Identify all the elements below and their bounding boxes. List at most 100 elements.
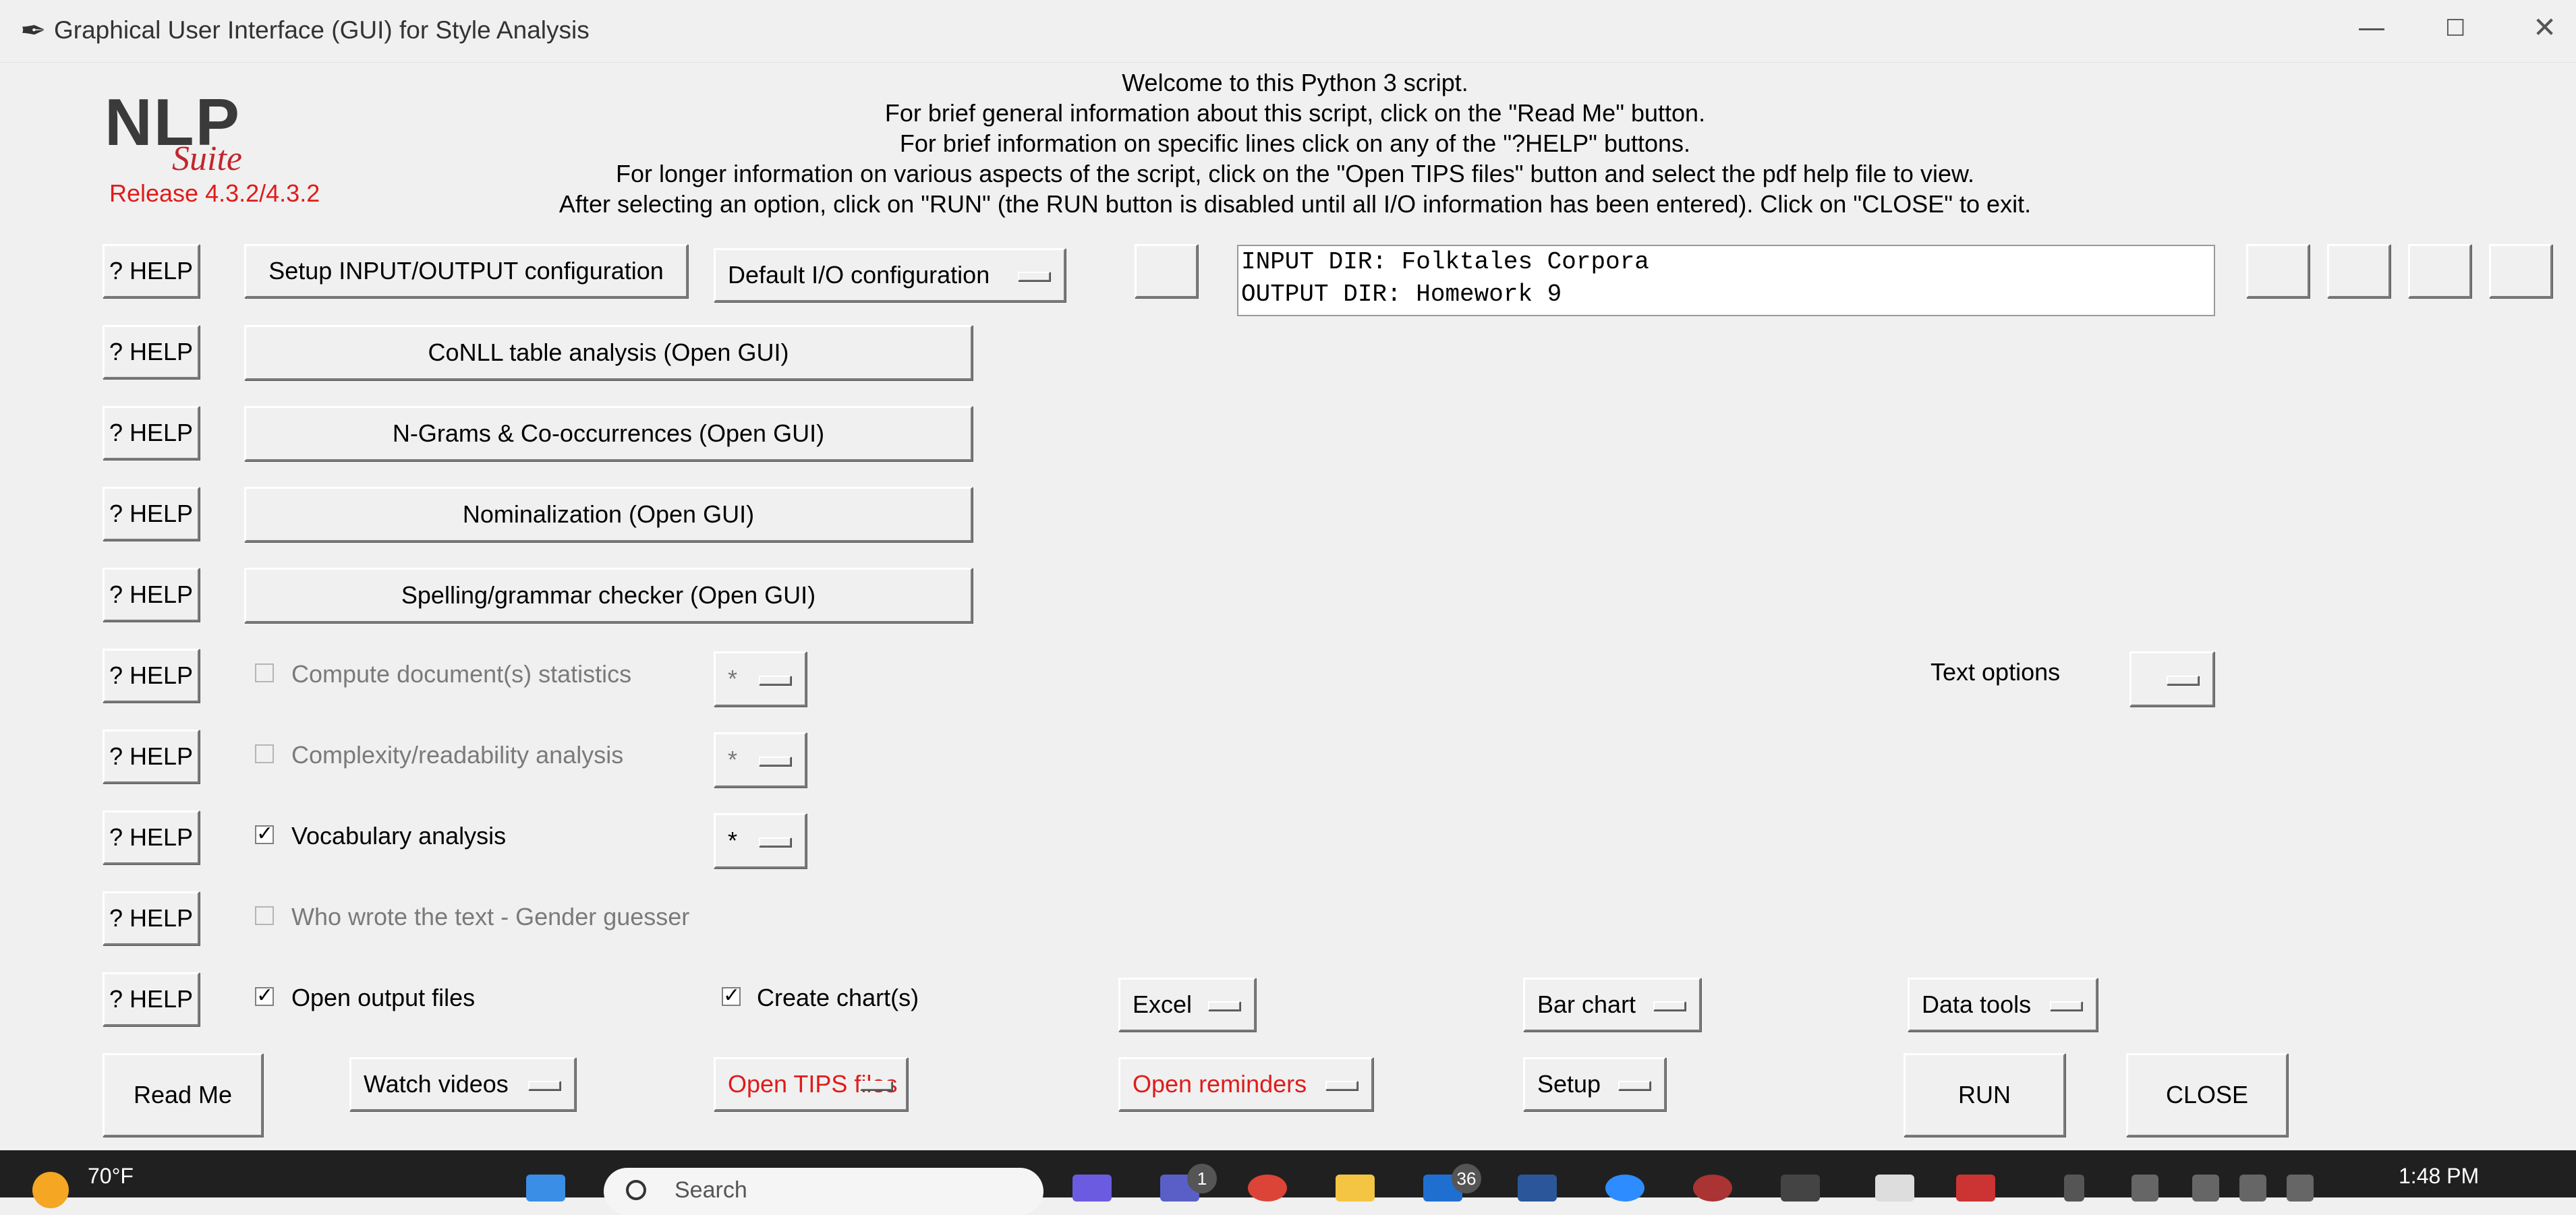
- close-button[interactable]: CLOSE: [2126, 1053, 2288, 1137]
- open-tips-menu[interactable]: Open TIPS files: [714, 1057, 908, 1111]
- open-reminders-menu[interactable]: Open reminders: [1118, 1057, 1373, 1111]
- chrome-icon[interactable]: [1248, 1175, 1287, 1202]
- vocabulary-checkbox[interactable]: ✓: [255, 824, 274, 844]
- logo-suite: Suite: [172, 140, 242, 178]
- zoom-icon[interactable]: [1605, 1175, 1644, 1202]
- volume-muted-icon[interactable]: [2239, 1175, 2266, 1202]
- help-button-gender[interactable]: ? HELP: [103, 891, 200, 945]
- nominalization-gui-button[interactable]: Nominalization (Open GUI): [244, 487, 973, 542]
- text-options-label: Text options: [1930, 658, 2061, 686]
- text-options-menu[interactable]: [2129, 651, 2214, 707]
- data-tools-menu[interactable]: Data tools: [1908, 978, 2098, 1032]
- chart-type-menu[interactable]: Bar chart: [1523, 978, 1701, 1032]
- help-button-statistics[interactable]: ? HELP: [103, 649, 200, 703]
- statistics-label: Compute document(s) statistics: [291, 660, 632, 688]
- help-button-vocabulary[interactable]: ? HELP: [103, 810, 200, 864]
- terminal-icon[interactable]: [1781, 1175, 1820, 1202]
- help-button-io[interactable]: ? HELP: [103, 244, 200, 298]
- help-button-spelling[interactable]: ? HELP: [103, 568, 200, 622]
- statistics-checkbox[interactable]: [255, 663, 274, 682]
- extra-button-1[interactable]: [2408, 244, 2471, 298]
- help-button-ngrams[interactable]: ? HELP: [103, 406, 200, 460]
- python-app-icon[interactable]: [1956, 1175, 1995, 1202]
- read-me-button[interactable]: Read Me: [103, 1053, 263, 1137]
- open-reminders-menu-label: Open reminders: [1133, 1070, 1307, 1098]
- battery-icon[interactable]: [2287, 1175, 2314, 1202]
- clock-time[interactable]: 1:48 PM: [2399, 1164, 2479, 1189]
- taskbar: 70°F Search 1 36 1:48 PM: [0, 1150, 2576, 1215]
- open-output-button[interactable]: [2327, 244, 2391, 298]
- weather-sun-icon[interactable]: [32, 1172, 69, 1208]
- document-icon[interactable]: [1875, 1175, 1914, 1202]
- statistics-menu[interactable]: *: [714, 651, 807, 707]
- help-button-output[interactable]: ? HELP: [103, 972, 200, 1026]
- complexity-menu[interactable]: *: [714, 732, 807, 788]
- setup-menu[interactable]: Setup: [1523, 1057, 1666, 1111]
- copilot-icon[interactable]: [1072, 1175, 1112, 1202]
- dropdown-indicator-icon: [2050, 1001, 2082, 1011]
- welcome-line: For brief general information about this…: [884, 99, 1706, 127]
- welcome-line: For brief information on specific lines …: [899, 129, 1691, 157]
- run-button[interactable]: RUN: [1904, 1053, 2065, 1137]
- ngrams-gui-button[interactable]: N-Grams & Co-occurrences (Open GUI): [244, 406, 973, 461]
- gender-checkbox[interactable]: [255, 906, 274, 925]
- window-title: Graphical User Interface (GUI) for Style…: [54, 16, 590, 44]
- dropdown-indicator-icon: [1018, 272, 1050, 281]
- complexity-menu-label: *: [728, 746, 738, 773]
- tray-chevron-icon[interactable]: [2064, 1175, 2084, 1202]
- teams-badge: 1: [1187, 1164, 1217, 1193]
- mail-badge: 36: [1452, 1164, 1481, 1193]
- search-placeholder: Search: [675, 1177, 747, 1203]
- word-icon[interactable]: [1518, 1175, 1557, 1202]
- vocabulary-label: Vocabulary analysis: [291, 822, 507, 850]
- open-output-checkbox[interactable]: ✓: [255, 986, 274, 1006]
- close-window-button[interactable]: ✕: [2533, 11, 2556, 44]
- complexity-label: Complexity/readability analysis: [291, 741, 624, 769]
- weather-temperature[interactable]: 70°F: [88, 1164, 134, 1189]
- excel-menu-label: Excel: [1133, 990, 1193, 1018]
- watch-videos-menu-label: Watch videos: [364, 1070, 509, 1098]
- maximize-button[interactable]: ☐: [2445, 15, 2465, 42]
- minimize-button[interactable]: —: [2357, 11, 2386, 44]
- watch-videos-menu[interactable]: Watch videos: [349, 1057, 576, 1111]
- gender-label: Who wrote the text - Gender guesser: [291, 903, 690, 930]
- io-config-menu-label: Default I/O configuration: [728, 261, 990, 289]
- welcome-text: Welcome to this Python 3 script. For bri…: [472, 67, 2118, 219]
- help-button-nominalization[interactable]: ? HELP: [103, 487, 200, 541]
- dropdown-indicator-icon: [759, 757, 791, 766]
- spelling-gui-button[interactable]: Spelling/grammar checker (Open GUI): [244, 568, 973, 623]
- create-charts-checkbox[interactable]: ✓: [722, 986, 741, 1006]
- input-dir-line: INPUT DIR: Folktales Corpora: [1241, 248, 1649, 276]
- open-input-button[interactable]: [2246, 244, 2310, 298]
- create-charts-label: Create chart(s): [757, 984, 919, 1011]
- chrome-profile-icon[interactable]: [1693, 1175, 1732, 1202]
- complexity-checkbox[interactable]: [255, 744, 274, 763]
- dropdown-indicator-icon: [759, 676, 791, 685]
- conll-gui-button[interactable]: CoNLL table analysis (Open GUI): [244, 325, 973, 380]
- help-button-conll[interactable]: ? HELP: [103, 325, 200, 379]
- dropdown-indicator-icon: [1653, 1001, 1686, 1011]
- output-dir-line: OUTPUT DIR: Homework 9: [1241, 280, 1562, 308]
- vocabulary-menu[interactable]: *: [714, 813, 807, 868]
- onedrive-icon[interactable]: [2131, 1175, 2158, 1202]
- help-button-complexity[interactable]: ? HELP: [103, 730, 200, 783]
- vocabulary-menu-label: *: [728, 827, 738, 854]
- blank-button[interactable]: [1135, 244, 1198, 298]
- open-output-label: Open output files: [291, 984, 476, 1011]
- search-box[interactable]: [604, 1168, 1043, 1215]
- statistics-menu-label: *: [728, 665, 738, 692]
- dropdown-indicator-icon: [1325, 1081, 1358, 1090]
- title-bar: ✒ Graphical User Interface (GUI) for Sty…: [0, 0, 2576, 63]
- dropdown-indicator-icon: [1618, 1081, 1651, 1090]
- start-windows-icon[interactable]: [526, 1175, 565, 1202]
- setup-io-button[interactable]: Setup INPUT/OUTPUT configuration: [244, 244, 688, 298]
- welcome-line: Welcome to this Python 3 script.: [1122, 69, 1468, 96]
- wifi-icon[interactable]: [2192, 1175, 2219, 1202]
- file-explorer-icon[interactable]: [1336, 1175, 1375, 1202]
- excel-menu[interactable]: Excel: [1118, 978, 1256, 1032]
- extra-button-2[interactable]: [2489, 244, 2552, 298]
- release-label: Release 4.3.2/4.3.2: [109, 179, 320, 207]
- setup-menu-label: Setup: [1537, 1070, 1601, 1098]
- io-config-menu[interactable]: Default I/O configuration: [714, 248, 1066, 302]
- dropdown-indicator-icon: [759, 837, 791, 847]
